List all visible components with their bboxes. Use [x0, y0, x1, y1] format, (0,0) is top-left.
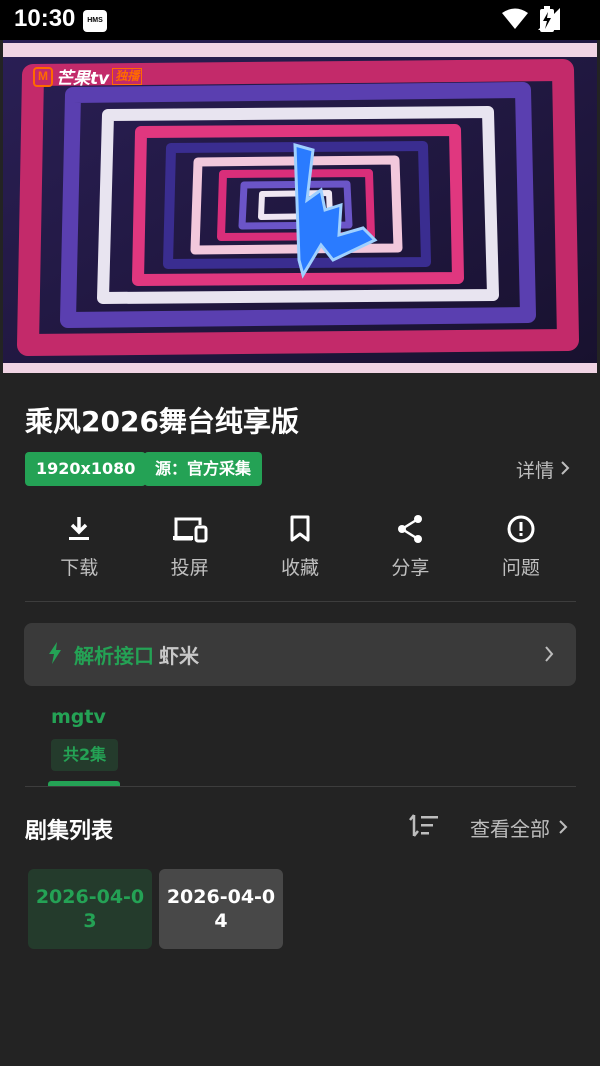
chevron-right-icon: [544, 645, 554, 667]
details-label: 详情: [515, 460, 554, 482]
mango-logo-icon: M: [33, 66, 53, 87]
chevron-right-icon: [558, 816, 568, 840]
bookmark-icon: [289, 512, 311, 546]
divider: [25, 786, 576, 787]
share-label: 分享: [391, 557, 430, 579]
favorite-button[interactable]: 收藏: [245, 512, 355, 584]
share-icon: [396, 512, 424, 546]
logo-text: 芒果tv: [56, 69, 110, 89]
episode-label-line1: 2026-04-0: [35, 886, 145, 908]
episode-item[interactable]: 2026-04-0 3: [28, 869, 152, 949]
chevron-right-icon: [560, 459, 570, 481]
source-badge: 源：官方采集: [144, 452, 263, 486]
hms-badge: HMS: [83, 10, 107, 32]
download-button[interactable]: 下载: [24, 512, 134, 584]
favorite-label: 收藏: [281, 557, 320, 579]
episode-count-badge: 共2集: [51, 739, 119, 771]
source-tab[interactable]: mgtv: [51, 706, 106, 728]
episode-label-line2: 3: [83, 910, 97, 932]
cast-button[interactable]: 投屏: [134, 512, 244, 584]
show-title: 乘风2026舞台纯享版: [25, 405, 299, 438]
channel-logo: M 芒果tv 独播: [33, 64, 143, 89]
bolt-icon: [48, 641, 62, 668]
parse-interface-selector[interactable]: 解析接口 虾米: [24, 623, 576, 686]
video-player[interactable]: M 芒果tv 独播: [3, 40, 597, 373]
episode-label-line1: 2026-04-0: [166, 886, 276, 908]
wifi-icon: [502, 8, 528, 34]
download-icon: [66, 512, 92, 546]
action-bar: 下载 投屏 收藏 分享 问题: [24, 512, 576, 584]
view-all-link[interactable]: 查看全部: [470, 813, 568, 842]
resolution-badge: 1920x1080: [25, 452, 147, 486]
battery-charging-icon: [540, 6, 554, 36]
cast-icon: [172, 512, 208, 546]
status-time: 10:30: [14, 5, 76, 32]
cast-label: 投屏: [170, 557, 209, 579]
logo-tag: 独播: [112, 68, 143, 85]
parse-value: 虾米: [159, 644, 199, 668]
share-button[interactable]: 分享: [355, 512, 465, 584]
status-bar: 10:30 HMS: [0, 0, 600, 40]
divider: [25, 601, 576, 602]
details-link[interactable]: 详情: [516, 456, 570, 483]
parse-label: 解析接口: [74, 644, 154, 668]
alert-icon: [506, 512, 536, 546]
view-all-label: 查看全部: [470, 817, 550, 841]
sort-icon[interactable]: [408, 812, 440, 844]
report-button[interactable]: 问题: [466, 512, 576, 584]
download-label: 下载: [60, 557, 99, 579]
episode-label-line2: 4: [214, 910, 228, 932]
episode-item[interactable]: 2026-04-0 4: [159, 869, 283, 949]
episode-list-title: 剧集列表: [25, 819, 114, 844]
report-label: 问题: [501, 557, 540, 579]
